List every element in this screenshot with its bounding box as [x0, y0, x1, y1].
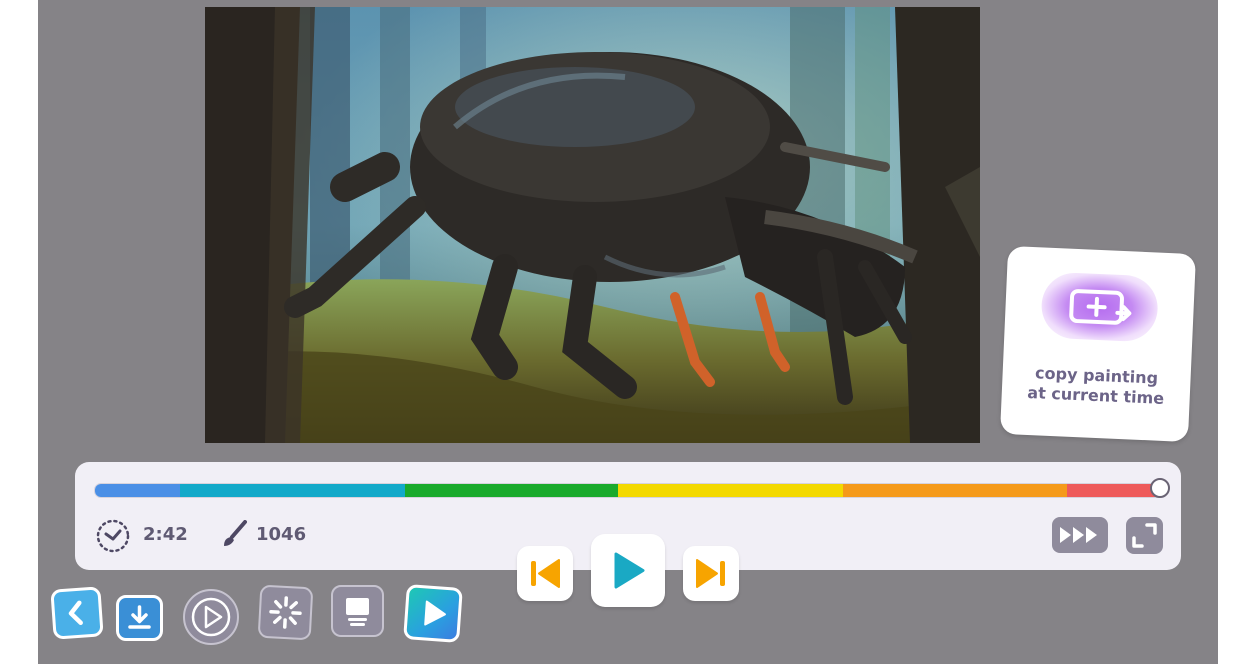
- loading-icon: [269, 596, 302, 629]
- monitor-icon: [346, 598, 369, 626]
- playback-mode-icon: [191, 597, 231, 637]
- timeline-segment-cyan: [180, 484, 405, 497]
- slideshow-play-icon: [424, 600, 446, 626]
- download-icon: [128, 605, 151, 629]
- timeline-segment-red: [1066, 484, 1163, 497]
- timeline-segment-yellow: [618, 484, 843, 497]
- skip-to-start-icon: [531, 559, 560, 588]
- copy-painting-card[interactable]: copy painting at current time: [999, 245, 1197, 443]
- copy-to-canvas-icon: [1065, 287, 1137, 330]
- timeline-segment-blue: [95, 484, 181, 497]
- copy-painting-label: copy painting at current time: [1026, 363, 1165, 408]
- slideshow-button[interactable]: [403, 584, 463, 643]
- painting-canvas[interactable]: [205, 7, 980, 443]
- fullscreen-button[interactable]: [1126, 517, 1163, 554]
- skip-to-end-icon: [696, 559, 725, 588]
- timeline-track[interactable]: [94, 483, 1164, 498]
- painting-image: [205, 7, 980, 443]
- timeline-segment-orange: [842, 484, 1067, 497]
- skip-to-end-button[interactable]: [683, 546, 739, 601]
- back-button[interactable]: [50, 586, 104, 640]
- brush-icon: [221, 520, 247, 548]
- clock-icon: [94, 517, 132, 555]
- monitor-button[interactable]: [331, 585, 384, 637]
- fast-forward-icon: [1060, 527, 1097, 543]
- stroke-count: 1046: [256, 524, 307, 545]
- download-button[interactable]: [116, 595, 163, 641]
- elapsed-time: 2:42: [143, 524, 188, 545]
- chevron-left-icon: [68, 600, 83, 626]
- timeline-segment-green: [404, 484, 619, 497]
- loading-button[interactable]: [257, 584, 314, 641]
- play-button[interactable]: [591, 534, 665, 607]
- skip-to-start-button[interactable]: [517, 546, 573, 601]
- playback-mode-button[interactable]: [183, 589, 239, 645]
- playback-speed-button[interactable]: [1052, 517, 1108, 553]
- play-icon: [614, 552, 645, 589]
- timeline-scrubber-handle[interactable]: [1150, 478, 1170, 498]
- fullscreen-icon: [1132, 523, 1157, 548]
